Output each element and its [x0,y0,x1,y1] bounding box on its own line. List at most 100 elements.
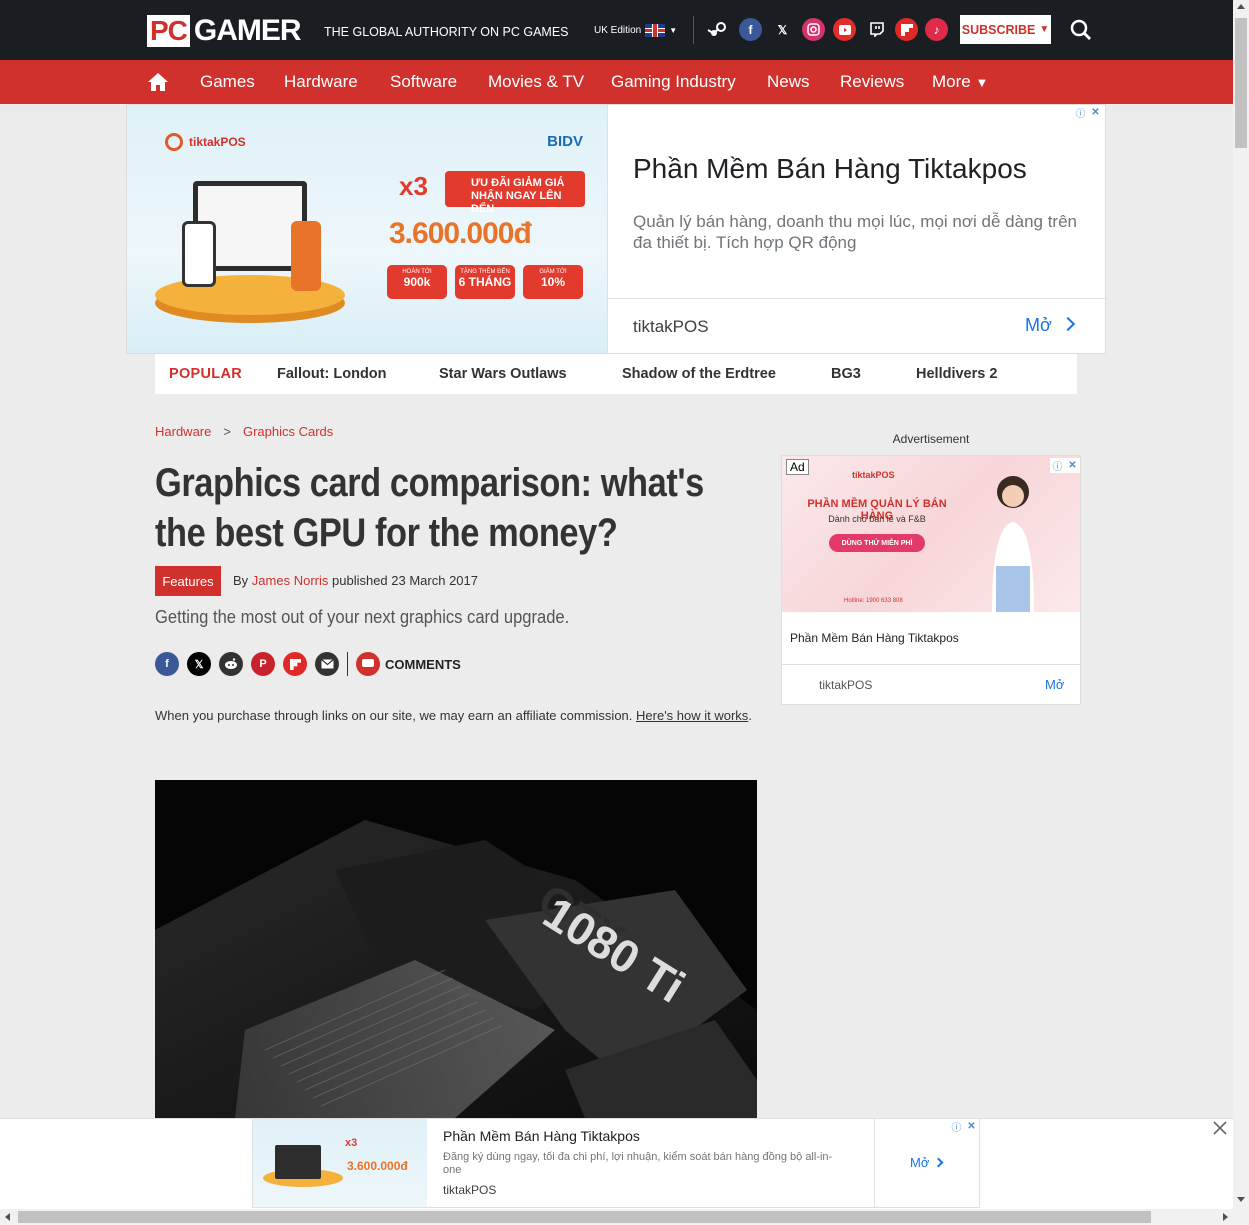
scroll-right-arrow-icon[interactable] [1223,1213,1228,1221]
popular-item[interactable]: Helldivers 2 [916,366,997,382]
ad-divider [607,298,1105,299]
share-email-icon[interactable] [315,652,339,676]
comments-label: COMMENTS [385,656,461,672]
adchoices-controls: ⓘ ✕ [1050,458,1080,473]
caret-down-icon: ▼ [1039,24,1050,35]
affiliate-link[interactable]: Here's how it works [636,708,748,723]
sidebar-ad-image: Ad tiktakPOS PHẦN MỀM QUẢN LÝ BÁN HÀNG D… [782,456,1080,612]
popular-item[interactable]: Star Wars Outlaws [439,366,567,382]
adchoices-info-icon[interactable]: ⓘ [949,1119,964,1134]
nav-item-reviews[interactable]: Reviews [840,72,904,92]
sidebar-ad-title[interactable]: Phần Mềm Bán Hàng Tiktakpos [790,631,959,645]
vertical-scrollbar-thumb[interactable] [1235,18,1247,148]
ad-title[interactable]: Phần Mềm Bán Hàng Tiktakpos [633,153,1027,185]
ad-open-button[interactable]: Mở [1025,315,1052,336]
x-icon[interactable]: 𝕏 [771,18,794,41]
nav-item-more[interactable]: More ▼ [932,72,988,92]
share-reddit-icon[interactable] [219,652,243,676]
tiktok-icon[interactable]: ♪ [925,18,948,41]
ad-chip-value: 6 THÁNG [458,275,512,289]
popular-bar: POPULAR Fallout: London Star Wars Outlaw… [155,354,1077,394]
sidebar-ad[interactable]: Ad tiktakPOS PHẦN MỀM QUẢN LÝ BÁN HÀNG D… [781,455,1081,705]
close-icon[interactable]: ✕ [1065,458,1080,473]
main-nav: Games Hardware Software Movies & TV Gami… [0,60,1233,104]
nav-item-games[interactable]: Games [200,72,255,92]
hero-image-gpu: GTX 1080 Ti [155,780,757,1118]
advertisement-label: Advertisement [892,432,970,446]
headline-line1: Graphics card comparison: what's [155,461,704,505]
ad-divider [607,105,608,353]
article-headline: Graphics card comparison: what's the bes… [155,458,704,558]
popular-item[interactable]: Shadow of the Erdtree [622,366,776,382]
close-sticky-ad-icon[interactable] [1212,1120,1228,1136]
sidebar-ad-subline: Dành cho bán lẻ và F&B [828,514,926,524]
adchoices-info-icon[interactable]: ⓘ [1073,105,1088,120]
instagram-icon[interactable] [802,18,825,41]
twitch-icon[interactable] [865,18,888,41]
bottom-ad-multiplier: x3 [345,1137,358,1149]
top-banner-ad[interactable]: tiktakPOS BIDV x3 ƯU ĐÃI GIẢM GIÁ NHẬN N… [126,104,1106,354]
ad-promo-line2: NHẬN NGAY LÊN ĐẾN [471,190,562,215]
affiliate-period: . [748,708,752,723]
popular-label: POPULAR [169,366,242,382]
facebook-icon[interactable]: f [739,18,762,41]
scroll-down-arrow-icon[interactable] [1237,1197,1245,1202]
logo-pc: PC [147,15,190,47]
breadcrumb-graphics-cards[interactable]: Graphics Cards [243,424,333,439]
byline-by: By [233,573,249,588]
affiliate-text: When you purchase through links on our s… [155,708,633,723]
share-pinterest-icon[interactable]: P [251,652,275,676]
bottom-sticky-ad[interactable]: x3 3.600.000đ Phần Mềm Bán Hàng Tiktakpo… [252,1118,980,1208]
pc-gamer-logo[interactable]: PC GAMER [147,14,302,47]
share-flipboard-icon[interactable] [283,652,307,676]
sidebar-ad-hotline: Hotline: 1900 633 808 [844,598,903,604]
edition-selector[interactable]: UK Edition ▼ [594,24,677,37]
breadcrumb-separator: > [223,424,231,439]
bidv-logo: BIDV [547,133,583,150]
popular-item[interactable]: Fallout: London [277,366,387,382]
nav-item-gaming-industry[interactable]: Gaming Industry [611,72,736,92]
flipboard-icon[interactable] [895,18,918,41]
chevron-right-icon [933,1157,944,1168]
breadcrumb: Hardware > Graphics Cards [155,424,333,439]
scroll-up-arrow-icon[interactable] [1237,4,1245,9]
share-facebook-icon[interactable]: f [155,652,179,676]
search-icon[interactable] [1070,19,1092,41]
headline-line2: the best GPU for the money? [155,511,618,555]
features-tag[interactable]: Features [155,566,221,596]
ad-chip-value: 10% [540,275,566,289]
scroll-left-arrow-icon[interactable] [5,1213,10,1221]
comment-bubble-icon [356,652,380,676]
sidebar-ad-open-button[interactable]: Mở [1045,677,1064,692]
horizontal-scrollbar-thumb[interactable] [18,1211,1151,1223]
home-icon[interactable] [147,71,169,93]
popular-item[interactable]: BG3 [831,366,861,382]
nav-item-movies-tv[interactable]: Movies & TV [488,72,584,92]
share-x-icon[interactable]: 𝕏 [187,652,211,676]
nav-item-hardware[interactable]: Hardware [284,72,358,92]
close-icon[interactable]: ✕ [964,1119,979,1134]
nav-item-news[interactable]: News [767,72,810,92]
author-link[interactable]: James Norris [252,573,329,588]
nav-item-software[interactable]: Software [390,72,457,92]
vertical-scrollbar[interactable] [1233,0,1249,1209]
share-divider [347,652,348,676]
youtube-icon[interactable] [833,18,856,41]
woman-illustration [992,476,1034,612]
bottom-ad-amount: 3.600.000đ [347,1159,408,1173]
pos-monitor-image [275,1145,321,1179]
adchoices-info-icon[interactable]: ⓘ [1050,458,1065,473]
subscribe-button[interactable]: SUBSCRIBE ▼ [960,15,1051,44]
chevron-right-icon [1060,316,1076,332]
steam-icon[interactable] [706,18,729,41]
ad-chip: HOÀN TỚI 900k [387,265,447,299]
caret-down-icon: ▼ [975,75,989,90]
bottom-ad-description: Đăng ký dùng ngay, tối đa chi phí, lợi n… [443,1151,833,1176]
adchoices-controls: ⓘ ✕ [949,1119,979,1134]
sidebar-ad-divider [782,664,1080,665]
comments-button[interactable]: COMMENTS [356,652,461,676]
bottom-ad-title[interactable]: Phần Mềm Bán Hàng Tiktakpos [443,1128,640,1144]
close-icon[interactable]: ✕ [1088,105,1103,120]
bottom-ad-open-button[interactable]: Mở [910,1155,929,1170]
breadcrumb-hardware[interactable]: Hardware [155,424,211,439]
